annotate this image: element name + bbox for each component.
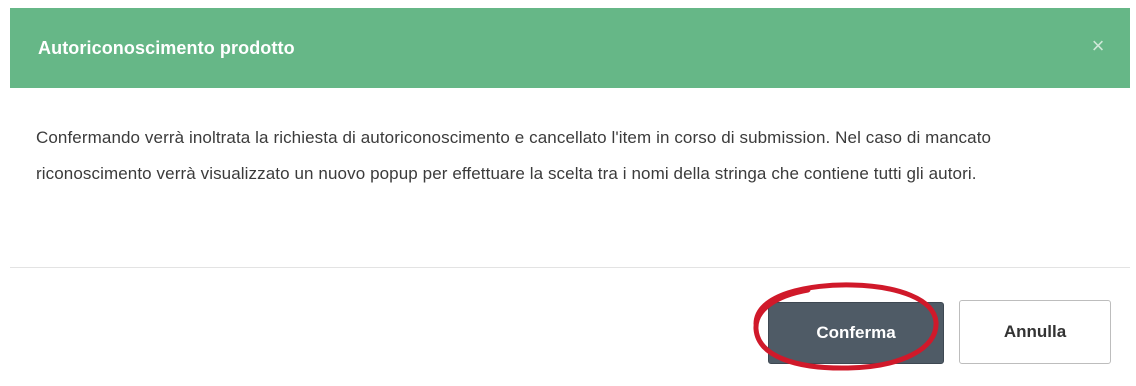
- dialog-body: Confermando verrà inoltrata la richiesta…: [10, 88, 1130, 268]
- autoriconoscimento-dialog: Autoriconoscimento prodotto × Confermand…: [0, 0, 1136, 386]
- dialog-message: Confermando verrà inoltrata la richiesta…: [36, 128, 992, 183]
- cancel-button[interactable]: Annulla: [959, 300, 1111, 364]
- dialog-footer: Conferma Annulla: [10, 268, 1130, 386]
- dialog-title: Autoriconoscimento prodotto: [38, 38, 295, 58]
- confirm-button[interactable]: Conferma: [768, 302, 944, 364]
- close-icon[interactable]: ×: [1086, 34, 1110, 58]
- dialog-header: Autoriconoscimento prodotto ×: [10, 8, 1130, 88]
